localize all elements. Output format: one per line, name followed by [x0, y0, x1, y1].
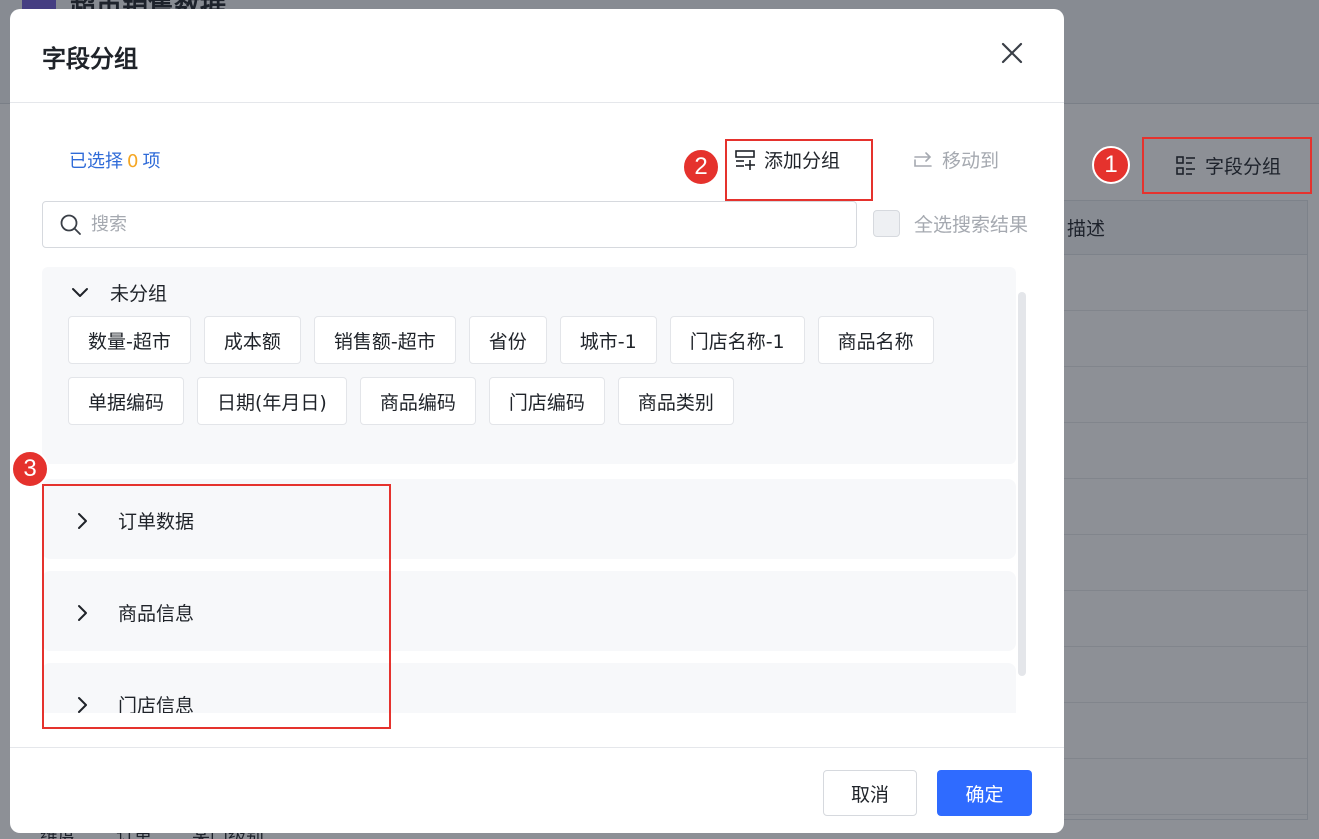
annotation-box-3 — [42, 484, 391, 729]
selected-count: 0 — [127, 151, 139, 172]
selected-count-info: 已选择 0 项 — [69, 147, 160, 173]
annotation-badge-3: 3 — [11, 450, 49, 488]
field-chip[interactable]: 城市-1 — [559, 316, 657, 364]
dialog-title: 字段分组 — [42, 45, 138, 73]
dialog-header: 字段分组 — [10, 9, 1064, 103]
field-chip[interactable]: 商品名称 — [817, 316, 934, 364]
field-chip[interactable]: 数量-超市 — [68, 316, 191, 364]
group-ungrouped: 未分组 数量-超市 成本额 销售额-超市 省份 城市-1 门店名称-1 商品名称… — [42, 267, 1016, 464]
search-icon — [60, 214, 81, 235]
field-chip[interactable]: 日期(年月日) — [197, 377, 347, 425]
field-chip[interactable]: 门店编码 — [488, 377, 605, 425]
annotation-badge-2: 2 — [682, 148, 720, 186]
group-ungrouped-header[interactable]: 未分组 — [70, 279, 167, 306]
list-scrollbar[interactable] — [1018, 292, 1026, 676]
field-chip[interactable]: 商品编码 — [359, 377, 476, 425]
annotation-box-2 — [725, 139, 873, 201]
move-to-label: 移动到 — [942, 150, 1000, 172]
close-icon[interactable] — [998, 39, 1026, 67]
select-all-label: 全选搜索结果 — [914, 214, 1029, 236]
field-chip[interactable]: 省份 — [468, 316, 547, 364]
cancel-button[interactable]: 取消 — [823, 770, 917, 816]
search-input[interactable] — [91, 214, 791, 235]
group-ungrouped-title: 未分组 — [110, 283, 168, 305]
field-chip[interactable]: 成本额 — [203, 316, 301, 364]
field-chip[interactable]: 销售额-超市 — [313, 316, 456, 364]
select-all-checkbox[interactable] — [873, 210, 900, 237]
selected-prefix: 已选择 — [69, 151, 123, 172]
move-to-button[interactable]: 移动到 — [912, 146, 999, 173]
select-all-search-results[interactable]: 全选搜索结果 — [873, 210, 1028, 237]
selected-suffix: 项 — [142, 151, 161, 172]
annotation-badge-1: 1 — [1092, 146, 1130, 184]
annotation-box-1 — [1142, 137, 1312, 194]
field-chip[interactable]: 单据编码 — [68, 377, 185, 425]
field-chip-list: 数量-超市 成本额 销售额-超市 省份 城市-1 门店名称-1 商品名称 单据编… — [68, 316, 988, 425]
field-chip[interactable]: 门店名称-1 — [669, 316, 805, 364]
dialog-footer: 取消 确定 — [10, 747, 1064, 833]
search-box[interactable] — [42, 201, 857, 248]
confirm-button[interactable]: 确定 — [937, 770, 1032, 816]
move-icon — [914, 151, 932, 167]
chevron-down-icon — [72, 287, 88, 297]
field-chip[interactable]: 商品类别 — [617, 377, 734, 425]
